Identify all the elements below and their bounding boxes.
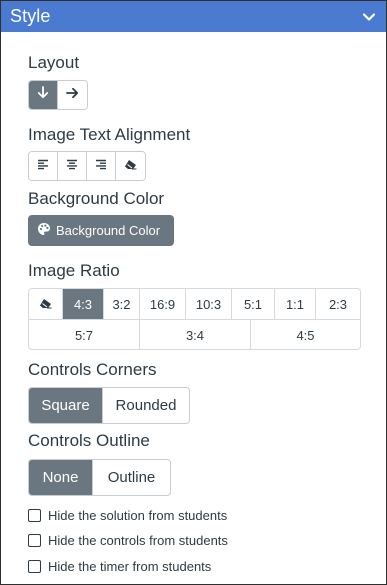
- controls-outline-label: Controls Outline: [28, 431, 150, 450]
- controls-outline-toggle: None Outline: [28, 459, 171, 496]
- hide-timer-checkbox[interactable]: [28, 560, 41, 573]
- ratio-option[interactable]: 3:2: [104, 289, 140, 319]
- hide-controls-checkbox-row[interactable]: Hide the controls from students: [28, 533, 228, 548]
- corners-rounded-option[interactable]: Rounded: [103, 388, 189, 423]
- alignment-button-group: [28, 151, 146, 181]
- panel-header[interactable]: Style: [1, 1, 386, 32]
- layout-vertical-button[interactable]: [29, 81, 58, 109]
- hide-timer-checkbox-row[interactable]: Hide the timer from students: [28, 559, 211, 574]
- align-left-icon: [37, 157, 49, 175]
- background-color-label: Background Color: [28, 189, 165, 208]
- controls-corners-toggle: Square Rounded: [28, 387, 190, 424]
- chevron-down-icon[interactable]: [362, 10, 376, 24]
- ratio-option[interactable]: 5:1: [232, 289, 275, 319]
- background-color-button-label: Background Color: [56, 223, 161, 238]
- corners-square-option[interactable]: Square: [29, 388, 103, 423]
- background-color-button[interactable]: Background Color: [28, 215, 174, 246]
- image-ratio-label: Image Ratio: [28, 261, 120, 280]
- eraser-icon: [124, 157, 137, 175]
- image-text-alignment-label: Image Text Alignment: [28, 125, 191, 144]
- layout-button-group: [28, 80, 88, 110]
- align-center-button[interactable]: [58, 152, 87, 180]
- ratio-option[interactable]: 4:5: [251, 320, 360, 349]
- ratio-option[interactable]: 5:7: [29, 320, 140, 349]
- align-left-button[interactable]: [29, 152, 58, 180]
- image-ratio-options: 4:3 3:2 16:9 10:3 5:1 1:1 2:3 5:7 3:4 4:…: [28, 288, 361, 350]
- arrow-right-icon: [66, 86, 79, 104]
- layout-label: Layout: [28, 53, 80, 72]
- hide-controls-checkbox[interactable]: [28, 534, 41, 547]
- clear-ratio-button[interactable]: [29, 289, 63, 319]
- ratio-row-1: 4:3 3:2 16:9 10:3 5:1 1:1 2:3: [29, 289, 360, 319]
- controls-corners-label: Controls Corners: [28, 360, 157, 379]
- align-right-icon: [95, 157, 107, 175]
- align-right-button[interactable]: [87, 152, 116, 180]
- ratio-option[interactable]: 3:4: [140, 320, 251, 349]
- layout-horizontal-button[interactable]: [58, 81, 87, 109]
- outline-outline-option[interactable]: Outline: [93, 460, 170, 495]
- ratio-option[interactable]: 16:9: [140, 289, 186, 319]
- hide-solution-checkbox[interactable]: [28, 509, 41, 522]
- ratio-option[interactable]: 1:1: [275, 289, 316, 319]
- palette-icon: [37, 222, 51, 239]
- ratio-option[interactable]: 2:3: [316, 289, 360, 319]
- clear-alignment-button[interactable]: [116, 152, 145, 180]
- ratio-option[interactable]: 4:3: [63, 289, 104, 319]
- panel-title: Style: [10, 6, 51, 26]
- hide-solution-label: Hide the solution from students: [48, 508, 228, 523]
- arrow-down-icon: [37, 86, 49, 104]
- ratio-option[interactable]: 10:3: [186, 289, 232, 319]
- hide-timer-label: Hide the timer from students: [48, 559, 212, 574]
- style-panel: Style Layout Image Text Alignment Backgr…: [0, 0, 387, 585]
- align-center-icon: [66, 157, 78, 175]
- hide-controls-label: Hide the controls from students: [48, 533, 228, 548]
- hide-solution-checkbox-row[interactable]: Hide the solution from students: [28, 508, 227, 523]
- eraser-icon: [39, 297, 52, 312]
- ratio-row-2: 5:7 3:4 4:5: [29, 319, 360, 349]
- outline-none-option[interactable]: None: [29, 460, 93, 495]
